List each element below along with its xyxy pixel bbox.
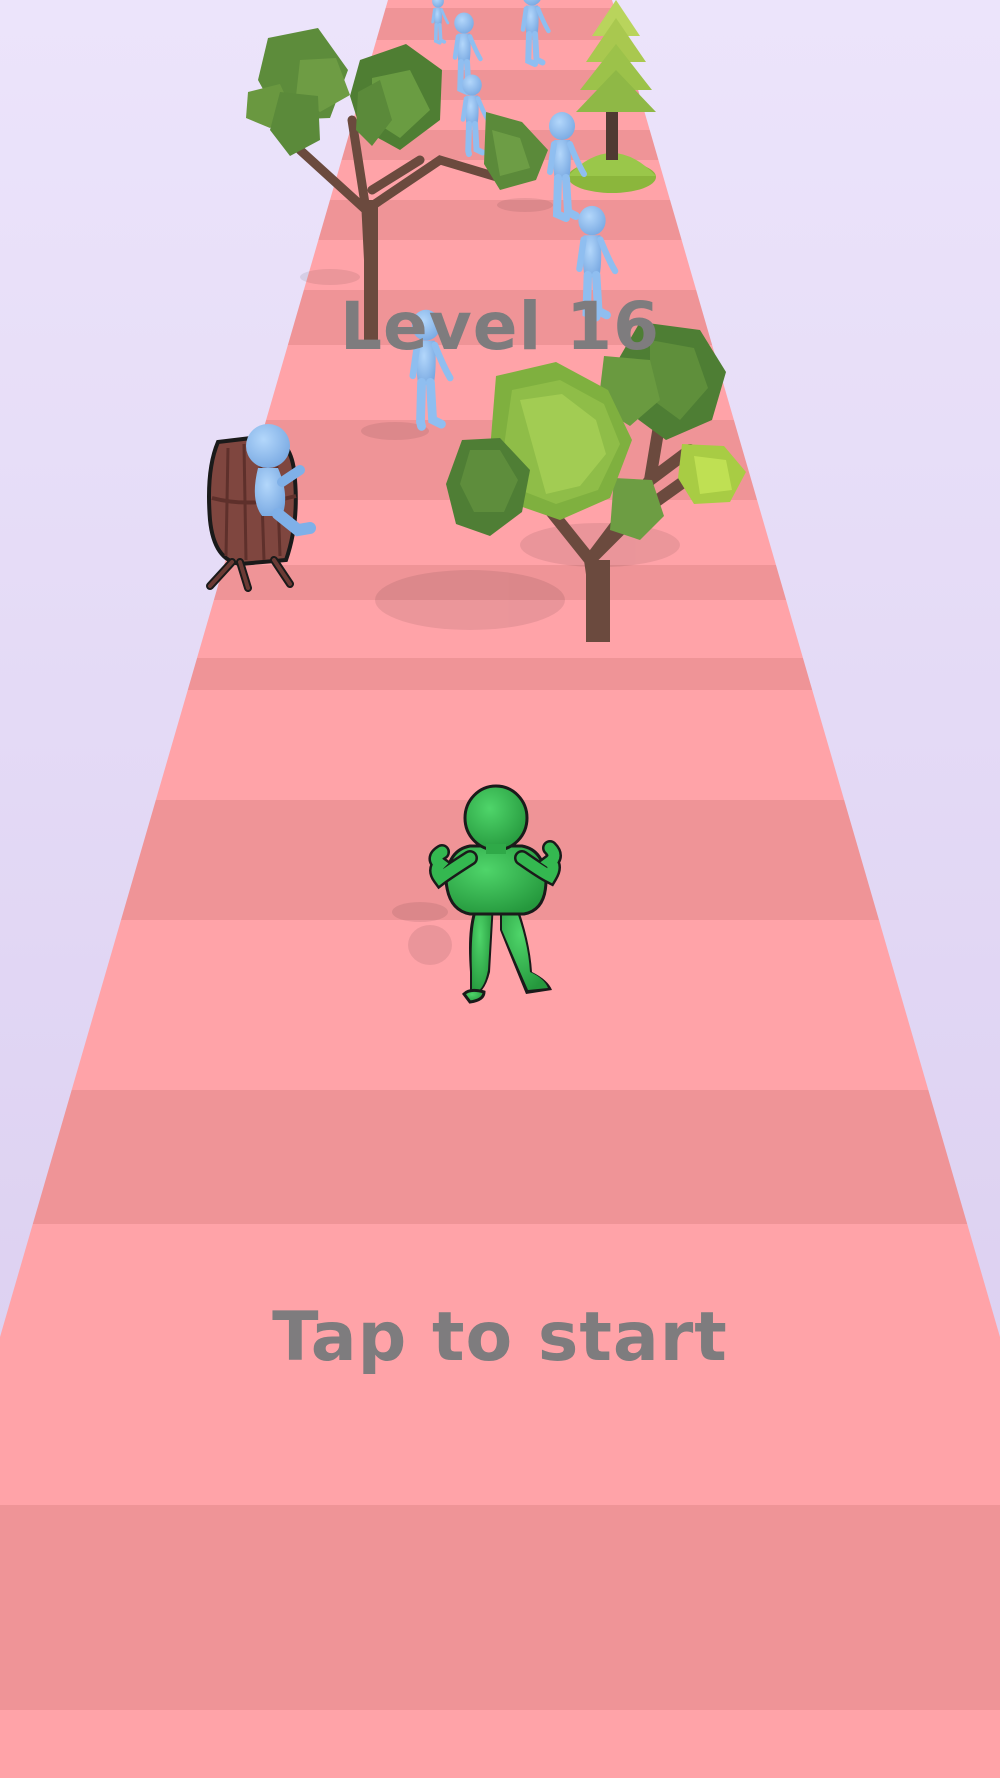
road-stripe xyxy=(187,658,813,690)
road-stripe xyxy=(385,0,615,8)
game-viewport[interactable]: Level 16 Tap to start xyxy=(0,0,1000,1778)
road-stripe xyxy=(32,1090,968,1224)
road-stripe xyxy=(303,240,697,290)
road-stripe xyxy=(0,1710,1000,1778)
road-stripe xyxy=(0,1224,1000,1505)
road-stripe xyxy=(0,1505,1000,1710)
road-stripe xyxy=(155,690,845,800)
road-stripe xyxy=(71,920,929,1090)
road-stripe xyxy=(376,8,624,40)
game-scene xyxy=(0,0,1000,1778)
